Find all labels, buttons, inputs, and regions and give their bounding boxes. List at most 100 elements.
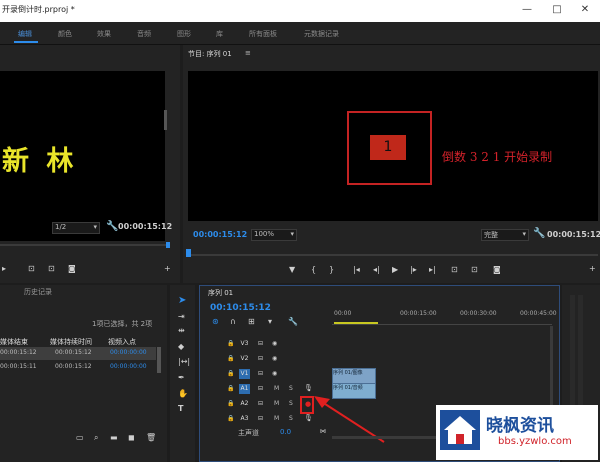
workspace-tab-metadata[interactable]: 元数据记录: [304, 29, 339, 39]
master-track-label: 主声道: [238, 429, 259, 437]
lock-icon[interactable]: 🔒: [227, 385, 234, 393]
sync-icon[interactable]: ⊟: [258, 400, 263, 408]
lock-icon[interactable]: 🔒: [227, 355, 234, 363]
program-current-time[interactable]: 00:00:15:12: [193, 230, 247, 239]
source-resolution-select[interactable]: 1/2 ▾: [52, 222, 100, 234]
workspace-tab-edit[interactable]: 编辑: [18, 29, 32, 39]
timeline-sequence-tab[interactable]: 序列 01: [208, 288, 233, 298]
timeline-settings-wrench-icon[interactable]: 🔧: [288, 318, 298, 326]
type-tool-icon[interactable]: T: [178, 405, 183, 413]
history-tab[interactable]: 历史记录: [24, 287, 52, 297]
track-label-a3[interactable]: A3: [239, 414, 250, 424]
selection-tool-icon[interactable]: ➤: [178, 296, 186, 306]
mute-button[interactable]: M: [274, 385, 279, 392]
lock-icon[interactable]: 🔒: [227, 415, 234, 423]
source-scrollbar[interactable]: [164, 110, 167, 130]
trash-icon[interactable]: 🗑: [146, 434, 156, 442]
minimize-button[interactable]: —: [516, 2, 538, 18]
add-marker-icon[interactable]: ▼: [289, 266, 295, 274]
program-quality-select[interactable]: 完整 ▾: [481, 229, 529, 241]
timeline-marker-icon[interactable]: ▾: [268, 318, 272, 326]
step-back-icon[interactable]: ◂|: [373, 266, 380, 274]
col-media-duration[interactable]: 媒体持续时间: [50, 337, 92, 347]
eye-icon[interactable]: ◉: [272, 340, 277, 348]
razor-tool-icon[interactable]: ◆: [178, 343, 184, 351]
solo-button[interactable]: S: [289, 400, 293, 407]
program-add-button-icon[interactable]: +: [589, 265, 596, 273]
sync-icon[interactable]: ⊟: [258, 415, 263, 423]
close-button[interactable]: ✕: [574, 2, 596, 18]
workspace-tab-all-panels[interactable]: 所有面板: [249, 29, 277, 39]
maximize-button[interactable]: □: [546, 2, 568, 18]
new-item-icon[interactable]: ◼: [128, 434, 135, 442]
source-wrench-icon[interactable]: 🔧: [106, 221, 118, 232]
go-to-in-icon[interactable]: |◂: [353, 266, 360, 274]
go-to-out-icon[interactable]: ▸|: [429, 266, 436, 274]
play-icon[interactable]: ▶: [392, 266, 398, 274]
workspace-tab-library[interactable]: 库: [216, 29, 223, 39]
export-frame-camera-icon[interactable]: ◙: [493, 266, 501, 274]
lock-icon[interactable]: 🔒: [227, 370, 234, 378]
row1-video-in: 00:00:00:00: [110, 349, 147, 356]
table-row[interactable]: 00:00:15:11 00:00:15:12 00:00:00:00: [0, 361, 156, 374]
track-label-v2[interactable]: V2: [239, 354, 250, 364]
sync-icon[interactable]: ⊟: [258, 385, 263, 393]
timeline-timecode[interactable]: 00:10:15:12: [210, 303, 271, 313]
nest-sequence-icon[interactable]: ⊛: [212, 318, 219, 326]
col-video-in[interactable]: 视频入点: [108, 337, 136, 347]
track-label-a2[interactable]: A2: [239, 399, 250, 409]
track-label-a1[interactable]: A1: [239, 384, 250, 394]
workspace-tab-color[interactable]: 颜色: [58, 29, 72, 39]
lift-icon[interactable]: ⊡: [451, 266, 458, 274]
table-row[interactable]: 00:00:15:12 00:00:15:12 00:00:00:00: [0, 347, 156, 360]
video-clip-v1[interactable]: 序列 01/图像: [332, 368, 376, 384]
source-camera-icon[interactable]: ◙: [68, 265, 76, 273]
search-icon[interactable]: ⌕: [94, 434, 98, 442]
track-select-tool-icon[interactable]: ⇥: [178, 313, 185, 321]
bin-icon[interactable]: ▭: [76, 434, 84, 442]
program-monitor-menu-icon[interactable]: ≡: [245, 49, 251, 57]
source-insert-icon[interactable]: ⊡: [28, 265, 35, 273]
source-add-button-icon[interactable]: +: [164, 265, 171, 273]
eye-icon[interactable]: ◉: [272, 370, 277, 378]
lock-icon[interactable]: 🔒: [227, 340, 234, 348]
source-playhead[interactable]: [166, 242, 170, 248]
slip-tool-icon[interactable]: |↔|: [178, 358, 190, 366]
linked-selection-icon[interactable]: ⊞: [248, 318, 255, 326]
source-step-icon[interactable]: ▸: [2, 265, 6, 273]
workspace-tab-graphics[interactable]: 图形: [177, 29, 191, 39]
track-label-v3[interactable]: V3: [239, 339, 250, 349]
extract-icon[interactable]: ⊡: [471, 266, 478, 274]
sync-icon[interactable]: ⊟: [258, 370, 263, 378]
program-zoom-select[interactable]: 100% ▾: [251, 229, 297, 241]
sync-icon[interactable]: ⊟: [258, 340, 263, 348]
solo-button[interactable]: S: [289, 415, 293, 422]
lock-icon[interactable]: 🔒: [227, 400, 234, 408]
new-bin-icon[interactable]: ▬: [110, 434, 118, 442]
pen-tool-icon[interactable]: ✒: [178, 374, 185, 382]
workspace-tab-audio[interactable]: 音频: [137, 29, 151, 39]
project-scrollbar[interactable]: [157, 347, 161, 373]
program-monitor-title[interactable]: 节目: 序列 01: [188, 49, 232, 59]
mute-button[interactable]: M: [274, 415, 279, 422]
col-media-end[interactable]: 媒体结束: [0, 337, 28, 347]
source-duration: 00:00:15:12: [118, 222, 173, 231]
program-playhead[interactable]: [186, 249, 191, 257]
workspace-tab-effects[interactable]: 效果: [97, 29, 111, 39]
hand-tool-icon[interactable]: ✋: [178, 390, 188, 398]
program-wrench-icon[interactable]: 🔧: [533, 228, 545, 239]
mute-button[interactable]: M: [274, 400, 279, 407]
snap-icon[interactable]: ∩: [230, 318, 236, 326]
source-overwrite-icon[interactable]: ⊡: [48, 265, 55, 273]
track-label-v1[interactable]: V1: [239, 369, 250, 379]
ripple-edit-tool-icon[interactable]: ⇹: [178, 327, 185, 335]
solo-button[interactable]: S: [289, 385, 293, 392]
mark-out-icon[interactable]: }: [329, 266, 334, 274]
source-scrubber-bar[interactable]: [0, 244, 170, 246]
mark-in-icon[interactable]: {: [311, 266, 316, 274]
eye-icon[interactable]: ◉: [272, 355, 277, 363]
program-scrubber-bar[interactable]: [188, 254, 598, 256]
master-volume-value[interactable]: 0.0: [280, 428, 291, 436]
sync-icon[interactable]: ⊟: [258, 355, 263, 363]
step-forward-icon[interactable]: |▸: [410, 266, 417, 274]
